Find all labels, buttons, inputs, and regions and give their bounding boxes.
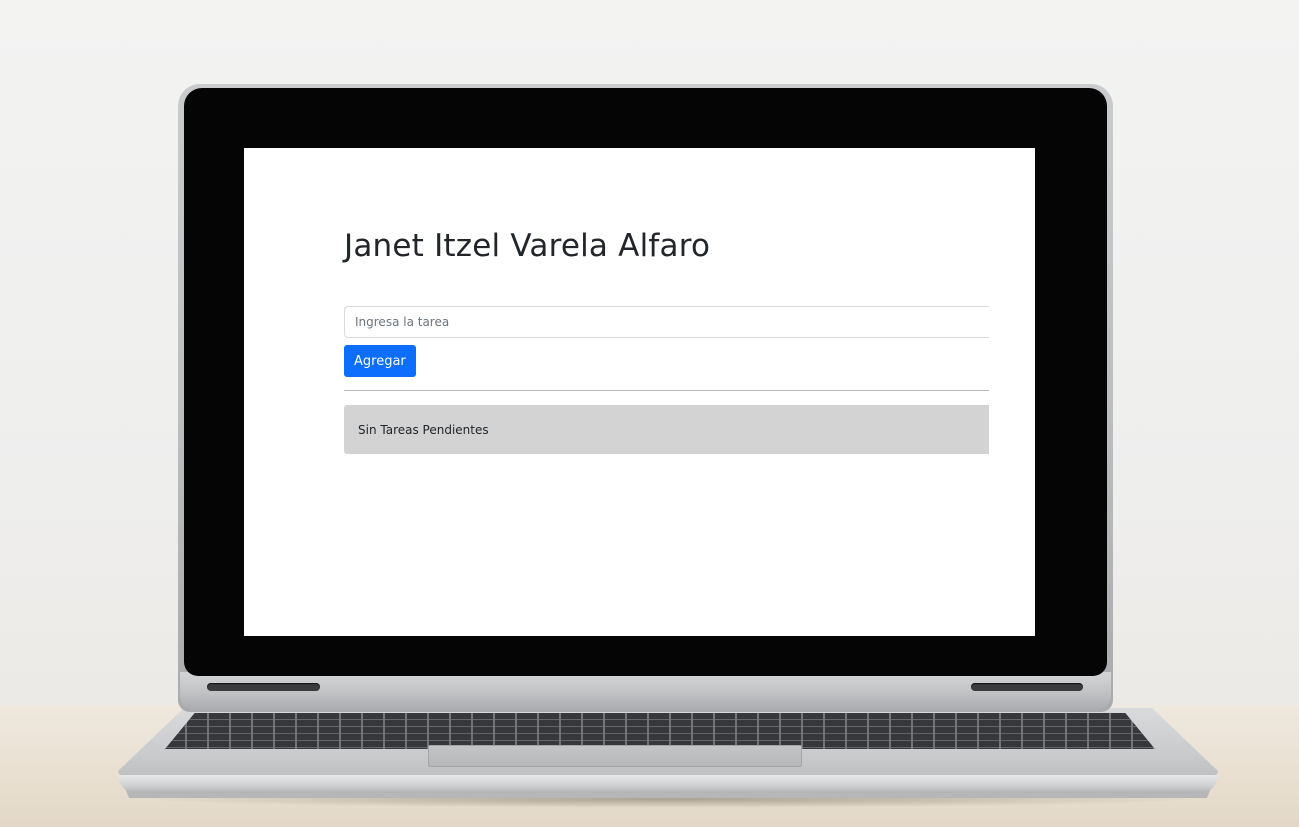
keyboard-rows: [165, 713, 1155, 749]
left-speaker-grille: [207, 683, 320, 691]
laptop-photo-scene: Janet Itzel Varela Alfaro Agregar Sin Ta…: [0, 0, 1299, 827]
laptop-trackpad: [428, 745, 802, 767]
laptop-base-edge: [118, 775, 1218, 793]
task-input[interactable]: [344, 306, 989, 338]
empty-tasks-box: Sin Tareas Pendientes: [344, 405, 989, 454]
empty-tasks-message: Sin Tareas Pendientes: [358, 422, 489, 437]
right-speaker-grille: [971, 683, 1083, 691]
page-title: Janet Itzel Varela Alfaro: [344, 228, 711, 264]
add-task-button[interactable]: Agregar: [344, 345, 416, 377]
laptop-lid-hinge: [180, 672, 1111, 710]
divider: [344, 390, 989, 391]
laptop-screen: Janet Itzel Varela Alfaro Agregar Sin Ta…: [244, 148, 1035, 636]
